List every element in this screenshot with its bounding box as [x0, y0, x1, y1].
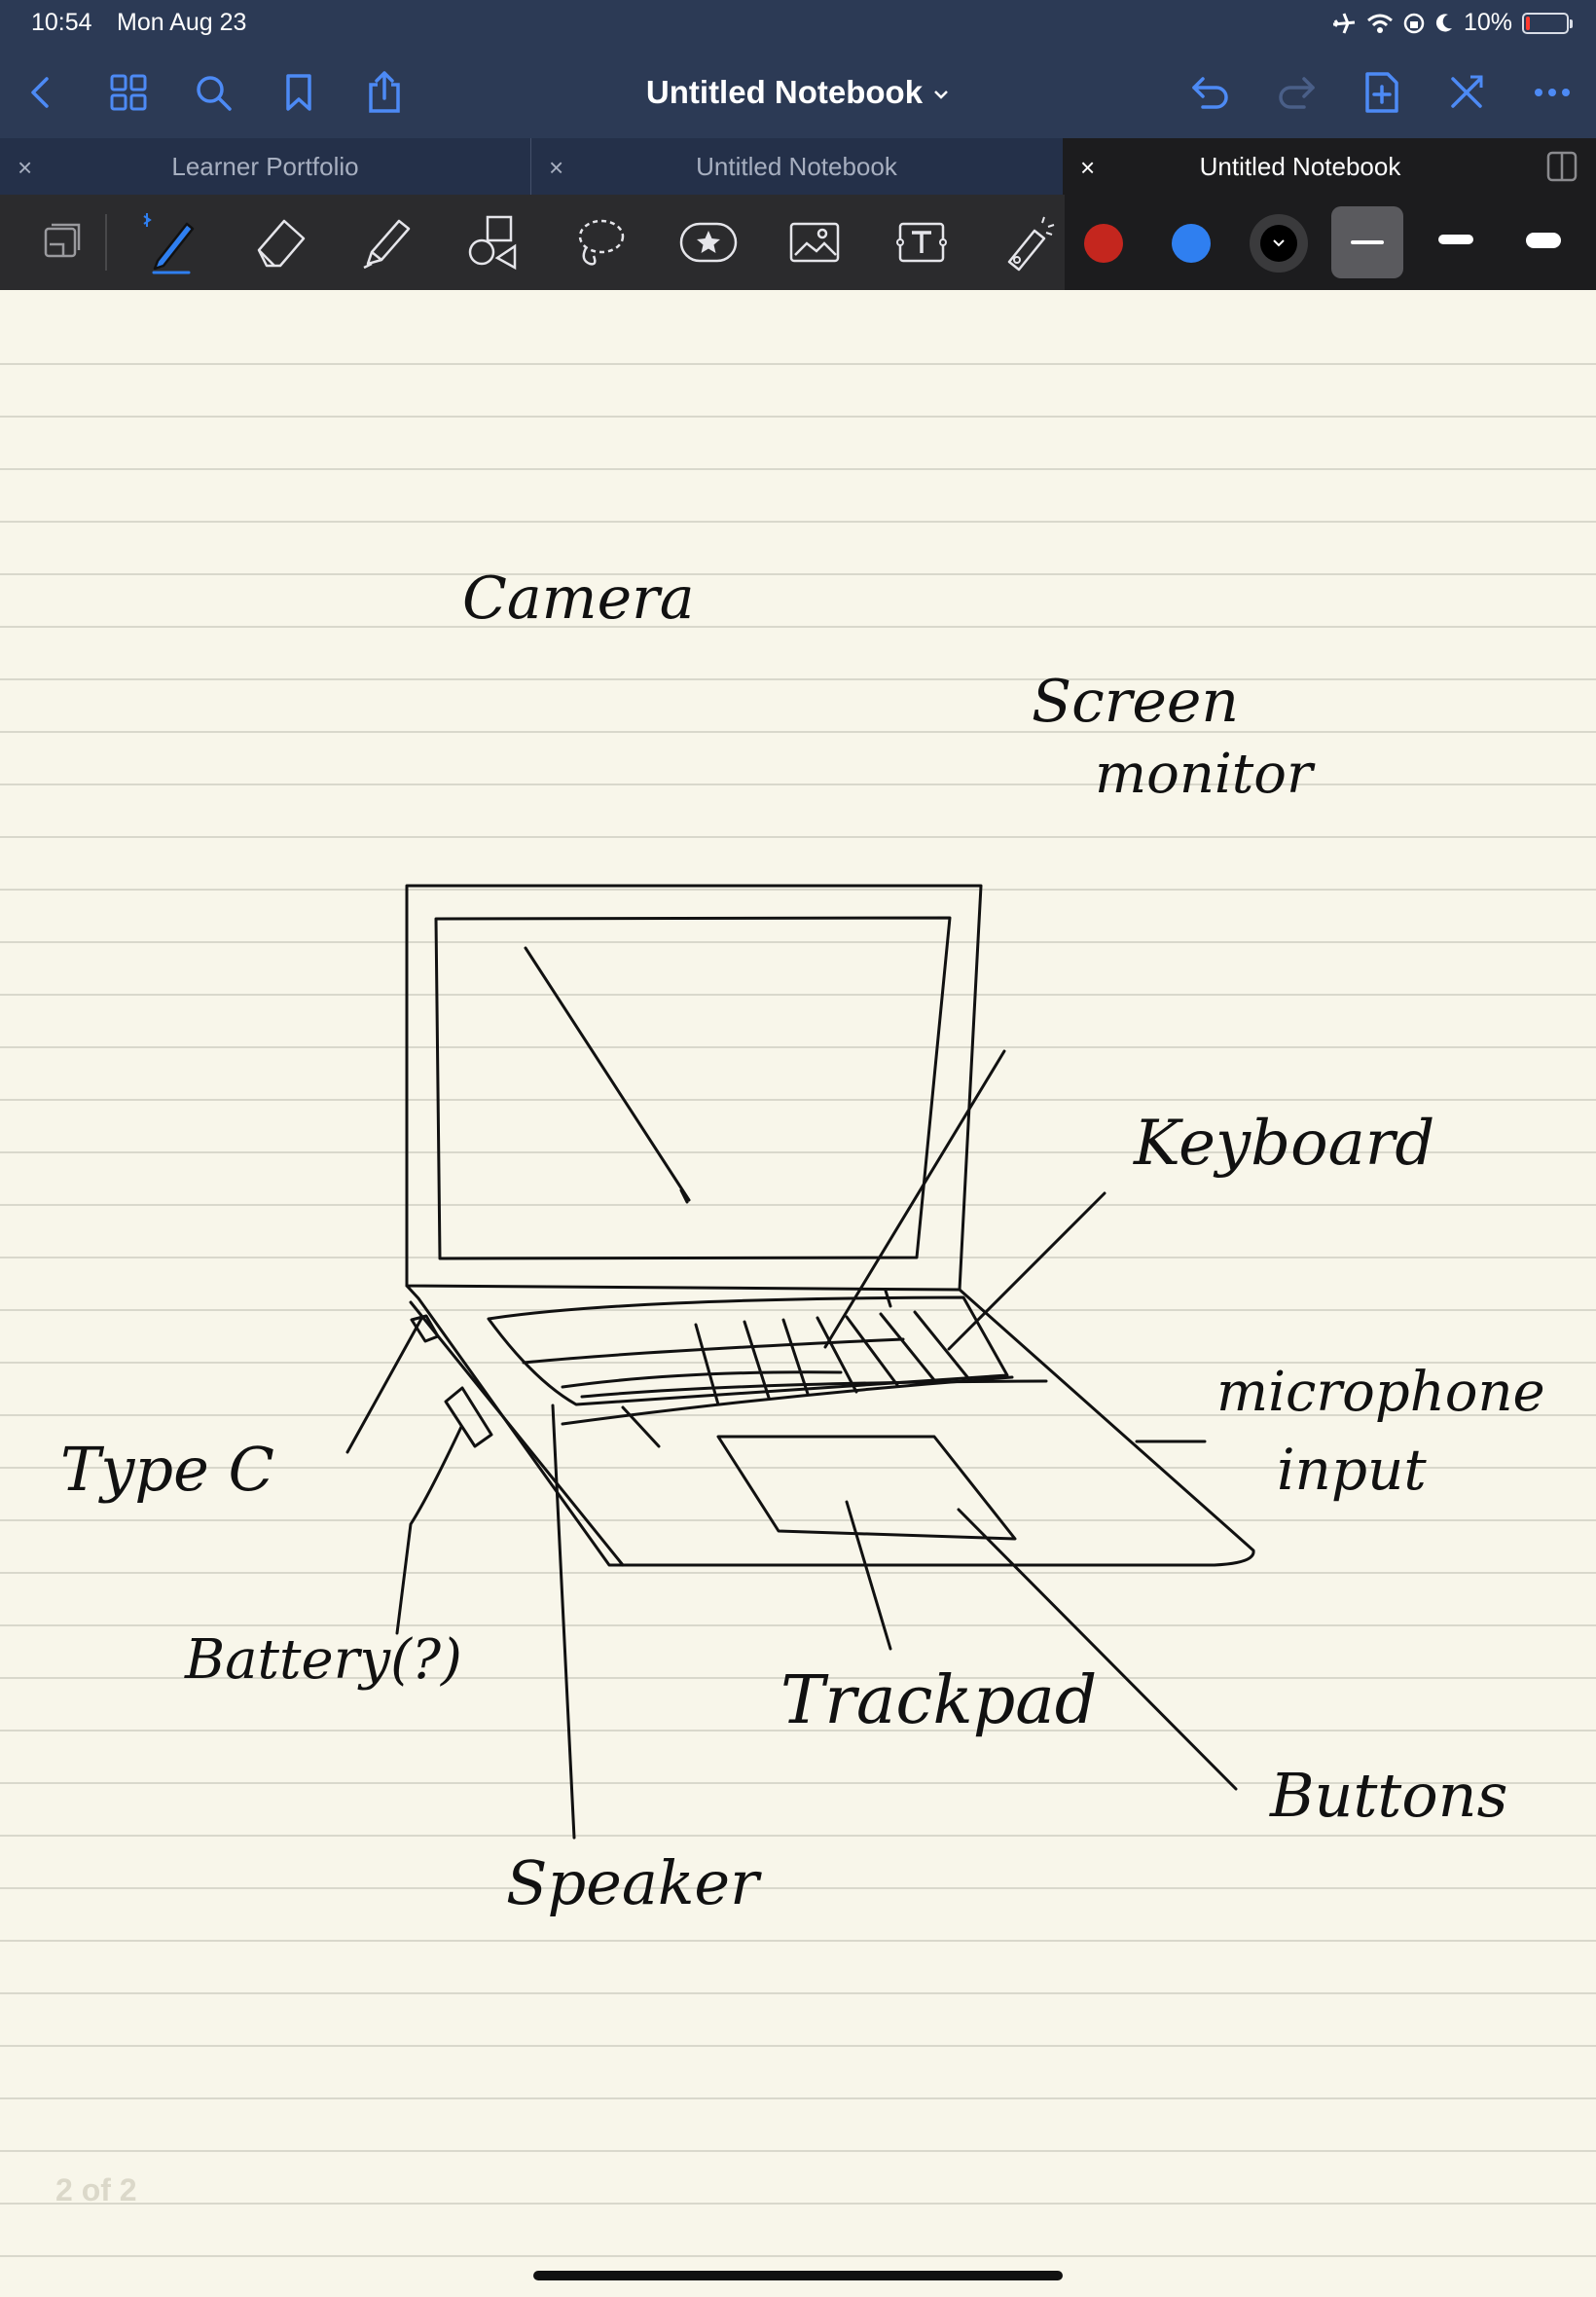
- color-swatch-black-fill: [1260, 225, 1297, 262]
- label-keyboard: Keyboard: [1134, 1108, 1435, 1180]
- notebook-page[interactable]: Camera Screen monitor Keyboard microphon…: [0, 290, 1596, 2297]
- add-page-icon[interactable]: [1354, 64, 1410, 121]
- share-icon[interactable]: [356, 64, 413, 121]
- notebook-title-text: Untitled Notebook: [645, 74, 924, 110]
- toolbar-divider: [105, 214, 107, 271]
- tool-settings-panel: [1065, 195, 1596, 290]
- label-battery: Battery(?): [185, 1628, 462, 1692]
- chevron-down-icon: [1273, 239, 1285, 247]
- page-view-icon[interactable]: [29, 208, 97, 276]
- color-swatch-black[interactable]: [1250, 214, 1308, 273]
- image-icon[interactable]: [780, 208, 849, 276]
- speaker-leader: [551, 1404, 576, 1840]
- sticker-icon[interactable]: [674, 208, 743, 276]
- battery-slot: [444, 1386, 493, 1448]
- lasso-icon[interactable]: [567, 208, 635, 276]
- status-right: 10%: [1331, 9, 1573, 37]
- status-time: 10:54: [31, 9, 92, 36]
- highlighter-icon[interactable]: [353, 208, 421, 276]
- battery-icon: [1522, 12, 1573, 34]
- text-icon[interactable]: [888, 208, 956, 276]
- battery-leader: [395, 1425, 463, 1635]
- laptop-drawing: [345, 884, 1255, 1840]
- tab-label: Learner Portfolio: [171, 152, 359, 181]
- label-buttons: Buttons: [1270, 1760, 1508, 1831]
- tab-bar: × Learner Portfolio × Untitled Notebook …: [0, 138, 1596, 195]
- orientation-lock-icon: [1403, 13, 1425, 33]
- screen-frame: [405, 884, 983, 1292]
- type-c-leader: [345, 1315, 424, 1454]
- tab-untitled-notebook[interactable]: × Untitled Notebook: [531, 138, 1062, 195]
- label-speaker: Speaker: [506, 1847, 759, 1918]
- tool-bar: [0, 195, 1596, 290]
- label-trackpad: Trackpad: [780, 1662, 1098, 1739]
- grid-icon[interactable]: [100, 64, 157, 121]
- shapes-icon[interactable]: [459, 208, 527, 276]
- undo-icon[interactable]: [1182, 64, 1239, 121]
- battery-percent: 10%: [1463, 9, 1512, 36]
- label-type-c: Type C: [60, 1434, 274, 1505]
- keyboard-key-divider: [694, 1323, 720, 1406]
- color-swatch-red[interactable]: [1084, 224, 1123, 263]
- stroke-thin-option[interactable]: [1331, 206, 1403, 278]
- nav-bar: Untitled Notebook: [0, 47, 1596, 138]
- tab-label: Untitled Notebook: [1199, 152, 1401, 181]
- page-indicator: 2 of 2: [55, 2172, 137, 2207]
- status-bar: 10:54 Mon Aug 23 10%: [0, 0, 1596, 47]
- keyboard-key-divider: [781, 1318, 810, 1396]
- label-microphone: microphone: [1216, 1361, 1545, 1424]
- tab-learner-portfolio[interactable]: × Learner Portfolio: [0, 138, 530, 195]
- stroke-medium-option[interactable]: [1438, 235, 1473, 244]
- hinge-edge: [409, 1300, 625, 1567]
- screen-leader: [823, 1049, 1006, 1349]
- redo-icon[interactable]: [1268, 64, 1324, 121]
- tab-untitled-notebook-active[interactable]: × Untitled Notebook: [1063, 138, 1596, 195]
- pen-icon[interactable]: [136, 208, 204, 276]
- buttons-leader: [957, 1508, 1238, 1791]
- label-input: input: [1277, 1437, 1427, 1503]
- eraser-icon[interactable]: [246, 208, 314, 276]
- base-outline: [405, 1284, 1255, 1567]
- close-x-icon[interactable]: [1438, 64, 1495, 121]
- keyboard-leader: [947, 1191, 1106, 1351]
- camera-leader: [524, 946, 691, 1202]
- back-chevron-icon[interactable]: [14, 64, 70, 121]
- home-indicator[interactable]: [533, 2271, 1063, 2280]
- stroke-thin-line: [1351, 240, 1384, 244]
- airplane-icon: [1332, 12, 1356, 34]
- label-monitor: monitor: [1095, 743, 1313, 806]
- chevron-down-icon: [934, 91, 948, 100]
- keyboard-deck: [487, 1295, 1009, 1406]
- color-swatch-blue[interactable]: [1172, 224, 1211, 263]
- search-icon[interactable]: [185, 64, 241, 121]
- tab-label: Untitled Notebook: [696, 152, 897, 181]
- label-camera: Camera: [462, 565, 695, 633]
- bookmark-icon[interactable]: [271, 64, 327, 121]
- battery-fill: [1526, 16, 1530, 30]
- more-icon[interactable]: [1524, 64, 1580, 121]
- laser-pointer-icon[interactable]: [995, 208, 1063, 276]
- status-date: Mon Aug 23: [117, 9, 247, 36]
- moon-icon: [1435, 13, 1452, 31]
- label-screen: Screen: [1032, 668, 1240, 736]
- stroke-thick-option[interactable]: [1526, 233, 1561, 248]
- split-view-icon[interactable]: [1545, 150, 1578, 183]
- trackpad-leader: [845, 1500, 892, 1651]
- screen-display: [434, 916, 952, 1260]
- keyboard-row: [522, 1337, 905, 1365]
- notebook-title[interactable]: Untitled Notebook: [584, 66, 1012, 119]
- wifi-icon: [1366, 14, 1393, 33]
